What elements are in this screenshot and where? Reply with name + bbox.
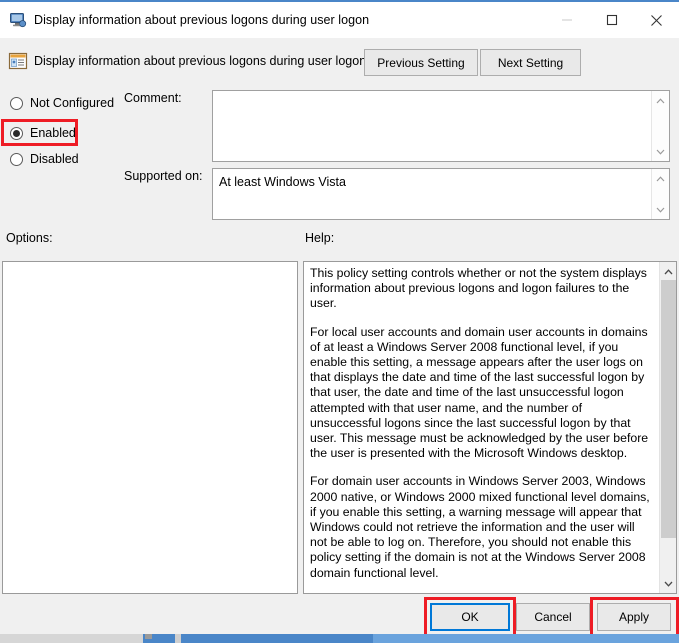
radio-not-configured[interactable]: Not Configured: [6, 93, 114, 113]
help-paragraph: This policy setting controls whether or …: [310, 266, 647, 311]
radio-enabled[interactable]: Enabled: [6, 123, 76, 143]
help-scrollbar-thumb[interactable]: [661, 280, 676, 538]
policy-setting-dialog: Display information about previous logon…: [0, 0, 679, 643]
supported-on-label: Supported on:: [124, 169, 203, 183]
radio-disabled-label: Disabled: [30, 152, 79, 166]
help-text: This policy setting controls whether or …: [304, 262, 658, 593]
previous-setting-button[interactable]: Previous Setting: [364, 49, 478, 76]
help-panel: This policy setting controls whether or …: [303, 261, 677, 594]
help-paragraph: For domain user accounts in Windows Serv…: [310, 474, 650, 580]
options-panel[interactable]: [2, 261, 298, 594]
minimize-button[interactable]: [544, 2, 589, 38]
next-setting-button[interactable]: Next Setting: [480, 49, 581, 76]
options-label: Options:: [6, 231, 53, 245]
maximize-button[interactable]: [589, 2, 634, 38]
chevron-down-icon[interactable]: [652, 143, 669, 160]
help-paragraph: For local user accounts and domain user …: [310, 324, 649, 461]
title-bar: Display information about previous logon…: [0, 2, 679, 38]
radio-not-configured-label: Not Configured: [30, 96, 115, 110]
policy-name-label: Display information about previous logon…: [34, 54, 367, 68]
supported-on-value: At least Windows Vista: [219, 175, 346, 189]
chevron-down-icon[interactable]: [660, 575, 677, 592]
comment-label: Comment:: [124, 91, 182, 105]
dialog-header: Display information about previous logon…: [0, 38, 679, 88]
cancel-button[interactable]: Cancel: [516, 603, 590, 631]
chevron-up-icon[interactable]: [660, 263, 677, 280]
radio-not-configured-mark: [10, 96, 23, 110]
help-label: Help:: [305, 231, 335, 245]
window-controls: [544, 2, 679, 38]
chevron-up-icon[interactable]: [652, 92, 669, 109]
apply-button[interactable]: Apply: [597, 603, 671, 631]
radio-disabled[interactable]: Disabled: [6, 149, 79, 169]
comment-scrollbar[interactable]: [651, 91, 669, 161]
supported-on-input[interactable]: At least Windows Vista: [212, 168, 670, 220]
taskbar-tick: [145, 634, 152, 639]
policy-setting-icon: [8, 51, 28, 71]
close-button[interactable]: [634, 2, 679, 38]
window-title: Display information about previous logon…: [34, 13, 370, 27]
ok-button[interactable]: OK: [430, 603, 510, 631]
taskbar-tick: [175, 634, 181, 643]
radio-enabled-label: Enabled: [30, 126, 76, 140]
comment-input[interactable]: [212, 90, 670, 162]
chevron-down-icon[interactable]: [652, 201, 669, 218]
computer-monitor-icon: [9, 11, 27, 29]
taskbar-segment: [0, 634, 143, 643]
chevron-up-icon[interactable]: [652, 170, 669, 187]
help-scrollbar[interactable]: [659, 262, 676, 593]
radio-enabled-mark: [10, 126, 23, 140]
taskbar-strip: [0, 634, 679, 643]
supported-on-scrollbar[interactable]: [651, 169, 669, 219]
radio-disabled-mark: [10, 152, 23, 166]
